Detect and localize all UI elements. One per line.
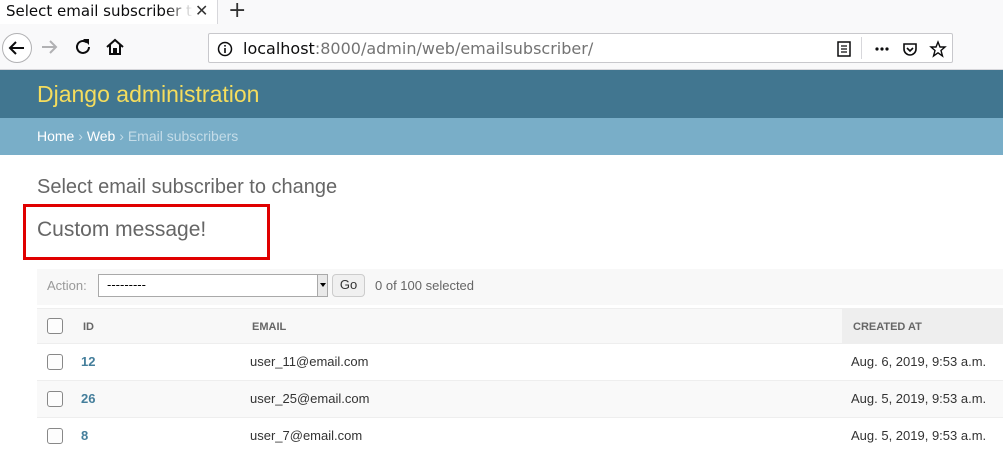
- address-bar[interactable]: localhost:8000/admin/web/emailsubscriber…: [208, 33, 953, 63]
- row-checkbox[interactable]: [47, 354, 63, 370]
- select-all-checkbox[interactable]: [47, 318, 63, 334]
- column-header-email[interactable]: Email: [252, 321, 286, 333]
- pocket-icon[interactable]: [901, 40, 919, 58]
- browser-tab-bar: Select email subscriber to change ✕ +: [0, 0, 1003, 24]
- go-button[interactable]: Go: [332, 274, 365, 297]
- row-created-at: Aug. 6, 2019, 9:53 a.m.: [851, 354, 987, 369]
- tab-title: Select email subscriber to change: [6, 2, 193, 20]
- table-row: 12 user_11@email.com Aug. 6, 2019, 9:53 …: [37, 344, 1003, 381]
- row-email: user_11@email.com: [250, 354, 369, 369]
- selected-count: 0 of 100 selected: [375, 278, 475, 293]
- url-path: :8000/admin/web/emailsubscriber/: [314, 39, 594, 58]
- url-separator: [861, 37, 862, 59]
- row-id-link[interactable]: 8: [81, 428, 88, 443]
- browser-tab[interactable]: Select email subscriber to change ✕: [0, 0, 218, 24]
- back-arrow-icon: [8, 41, 24, 55]
- action-select[interactable]: ---------: [98, 274, 328, 297]
- breadcrumb-separator: ›: [115, 128, 128, 144]
- custom-message: Custom message!: [37, 218, 207, 241]
- action-label: Action:: [47, 278, 87, 293]
- table-row: 26 user_25@email.com Aug. 5, 2019, 9:53 …: [37, 381, 1003, 418]
- results-table: ID Email Created at 12 user_11@email.com…: [37, 308, 1003, 450]
- actions-bar: Action: --------- Go 0 of 100 selected: [37, 269, 1003, 305]
- more-actions-icon[interactable]: [873, 40, 891, 58]
- row-checkbox[interactable]: [47, 391, 63, 407]
- row-created-at: Aug. 5, 2019, 9:53 a.m.: [851, 391, 987, 406]
- info-icon[interactable]: [217, 41, 233, 57]
- breadcrumb: Home › Web › Email subscribers: [0, 118, 1003, 155]
- close-tab-icon[interactable]: ✕: [195, 0, 208, 22]
- breadcrumb-separator: ›: [74, 128, 87, 144]
- row-checkbox[interactable]: [47, 428, 63, 444]
- admin-header: Django administration: [0, 70, 1003, 118]
- table-header: ID Email Created at: [37, 308, 1003, 344]
- reload-icon[interactable]: [72, 36, 94, 58]
- forward-arrow-icon[interactable]: [38, 36, 60, 58]
- url-text[interactable]: localhost:8000/admin/web/emailsubscriber…: [243, 39, 593, 58]
- breadcrumb-home[interactable]: Home: [37, 128, 74, 144]
- dropdown-arrow-icon[interactable]: [317, 275, 327, 296]
- row-created-at: Aug. 5, 2019, 9:53 a.m.: [851, 428, 987, 443]
- back-button[interactable]: [2, 33, 32, 63]
- url-host: localhost: [243, 39, 315, 58]
- browser-toolbar: localhost:8000/admin/web/emailsubscriber…: [0, 24, 1003, 70]
- new-tab-icon[interactable]: +: [228, 0, 246, 23]
- row-id-link[interactable]: 12: [81, 354, 95, 369]
- home-icon[interactable]: [104, 36, 126, 58]
- row-email: user_7@email.com: [250, 428, 363, 443]
- site-branding[interactable]: Django administration: [37, 81, 259, 108]
- column-header-created-at[interactable]: Created at: [853, 321, 922, 333]
- breadcrumb-current: Email subscribers: [127, 128, 239, 144]
- row-email: user_25@email.com: [250, 391, 370, 406]
- action-select-value: ---------: [107, 278, 146, 292]
- breadcrumb-app[interactable]: Web: [87, 128, 116, 144]
- page-title: Select email subscriber to change: [37, 176, 338, 198]
- row-id-link[interactable]: 26: [81, 391, 95, 406]
- table-row: 8 user_7@email.com Aug. 5, 2019, 9:53 a.…: [37, 418, 1003, 450]
- column-header-id[interactable]: ID: [83, 321, 94, 333]
- bookmark-star-icon[interactable]: [929, 40, 947, 58]
- reader-view-icon[interactable]: [835, 40, 853, 58]
